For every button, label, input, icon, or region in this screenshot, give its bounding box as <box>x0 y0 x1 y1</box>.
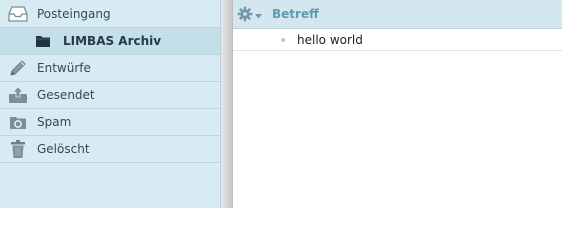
folder-trash[interactable]: Gelöscht <box>0 136 220 163</box>
gear-icon <box>237 6 253 25</box>
folder-sent[interactable]: Gesendet <box>0 82 220 109</box>
pane-splitter[interactable] <box>221 0 233 208</box>
list-header: Betreff <box>233 0 562 29</box>
folder-label: Posteingang <box>37 7 111 21</box>
inbox-icon <box>8 4 28 24</box>
message-list: Betreff hello world <box>233 0 562 208</box>
mail-app: Posteingang LIMBAS Archiv Entwürfe Gesen… <box>0 0 562 208</box>
folder-label: Gesendet <box>37 88 95 102</box>
chevron-down-icon <box>255 8 262 22</box>
folder-sidebar: Posteingang LIMBAS Archiv Entwürfe Gesen… <box>0 0 221 208</box>
folder-icon <box>35 31 51 51</box>
folder-limbas-archiv[interactable]: LIMBAS Archiv <box>0 28 220 55</box>
list-settings-button[interactable] <box>237 6 263 24</box>
spam-icon <box>8 112 28 132</box>
folder-label: Gelöscht <box>37 142 90 156</box>
unread-dot-icon <box>281 38 285 42</box>
folder-label: LIMBAS Archiv <box>63 34 162 48</box>
message-row[interactable]: hello world <box>233 29 562 51</box>
folder-inbox[interactable]: Posteingang <box>0 0 220 28</box>
folder-spam[interactable]: Spam <box>0 109 220 136</box>
pencil-icon <box>8 58 28 78</box>
folder-label: Entwürfe <box>37 61 91 75</box>
trash-icon <box>8 139 28 159</box>
folder-drafts[interactable]: Entwürfe <box>0 55 220 82</box>
sent-icon <box>8 85 28 105</box>
column-header-subject[interactable]: Betreff <box>272 0 319 29</box>
folder-label: Spam <box>37 115 72 129</box>
message-subject: hello world <box>297 33 363 47</box>
